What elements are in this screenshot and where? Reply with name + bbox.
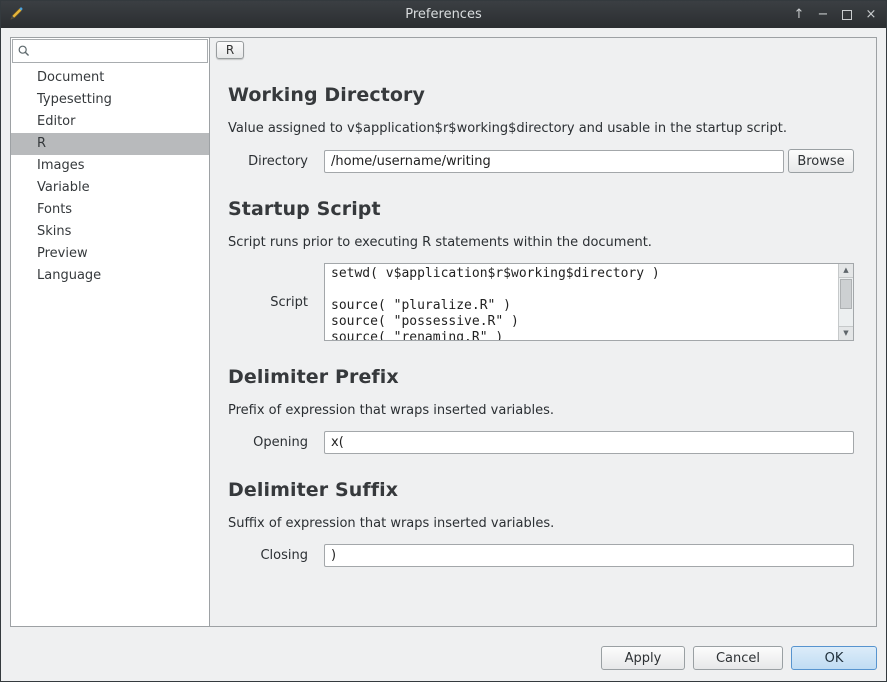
script-label: Script	[228, 295, 324, 310]
ok-button[interactable]: OK	[791, 646, 877, 670]
apply-button[interactable]: Apply	[601, 646, 685, 670]
window-controls: ↑ − ×	[787, 1, 883, 28]
search-input[interactable]	[35, 43, 203, 60]
sidebar-item-r[interactable]: R	[11, 133, 209, 155]
sidebar-item-skins[interactable]: Skins	[11, 221, 209, 243]
sidebar-item-document[interactable]: Document	[11, 67, 209, 89]
search-icon	[17, 44, 31, 58]
working-directory-heading: Working Directory	[228, 84, 854, 106]
browse-button[interactable]: Browse	[788, 149, 854, 173]
sidebar-item-variable[interactable]: Variable	[11, 177, 209, 199]
closing-label: Closing	[228, 548, 324, 563]
category-sidebar: Document Typesetting Editor R Images Var…	[11, 38, 210, 626]
close-button[interactable]: ×	[859, 1, 883, 28]
script-textarea[interactable]: setwd( v$application$r$working$directory…	[325, 264, 838, 340]
closing-input[interactable]	[324, 544, 854, 567]
settings-content: R Working Directory Value assigned to v$…	[210, 38, 876, 626]
opening-row: Opening	[228, 431, 854, 454]
sidebar-item-typesetting[interactable]: Typesetting	[11, 89, 209, 111]
delimiter-prefix-heading: Delimiter Prefix	[228, 366, 854, 388]
directory-input[interactable]	[324, 150, 784, 173]
sidebar-item-preview[interactable]: Preview	[11, 243, 209, 265]
preferences-panel: Document Typesetting Editor R Images Var…	[10, 37, 877, 627]
closing-row: Closing	[228, 544, 854, 567]
category-list: Document Typesetting Editor R Images Var…	[11, 67, 209, 287]
maximize-button[interactable]	[835, 1, 859, 28]
opening-input[interactable]	[324, 431, 854, 454]
delimiter-suffix-description: Suffix of expression that wraps inserted…	[228, 516, 854, 531]
breadcrumb-r[interactable]: R	[216, 41, 244, 59]
dialog-footer: Apply Cancel OK	[10, 627, 877, 681]
maximize-icon	[842, 10, 852, 20]
script-editor: setwd( v$application$r$working$directory…	[324, 263, 854, 341]
opening-label: Opening	[228, 435, 324, 450]
scrollbar-thumb[interactable]	[840, 279, 852, 309]
startup-script-heading: Startup Script	[228, 198, 854, 220]
scroll-up-icon[interactable]: ▲	[839, 264, 853, 278]
startup-script-description: Script runs prior to executing R stateme…	[228, 235, 854, 250]
cancel-button[interactable]: Cancel	[693, 646, 783, 670]
script-scrollbar[interactable]: ▲ ▼	[838, 264, 853, 340]
window-title: Preferences	[1, 1, 886, 28]
directory-label: Directory	[228, 154, 324, 169]
preferences-window: Preferences ↑ − × Document Types	[0, 0, 887, 682]
keep-above-button[interactable]: ↑	[787, 1, 811, 28]
sidebar-item-images[interactable]: Images	[11, 155, 209, 177]
sidebar-item-fonts[interactable]: Fonts	[11, 199, 209, 221]
scroll-down-icon[interactable]: ▼	[839, 326, 853, 340]
working-directory-description: Value assigned to v$application$r$workin…	[228, 121, 854, 136]
sidebar-item-editor[interactable]: Editor	[11, 111, 209, 133]
titlebar: Preferences ↑ − ×	[1, 1, 886, 28]
delimiter-suffix-heading: Delimiter Suffix	[228, 479, 854, 501]
script-row: Script setwd( v$application$r$working$di…	[228, 263, 854, 341]
dialog-body: Document Typesetting Editor R Images Var…	[1, 28, 886, 681]
search-box[interactable]	[12, 39, 208, 63]
minimize-button[interactable]: −	[811, 1, 835, 28]
sidebar-item-language[interactable]: Language	[11, 265, 209, 287]
directory-row: Directory Browse	[228, 149, 854, 173]
delimiter-prefix-description: Prefix of expression that wraps inserted…	[228, 403, 854, 418]
